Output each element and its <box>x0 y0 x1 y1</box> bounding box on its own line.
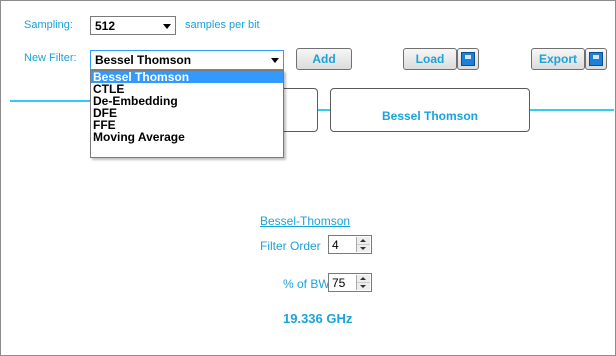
sampling-value: 512 <box>95 19 116 33</box>
new-filter-dropdown-list[interactable]: Bessel Thomson CTLE De-Embedding DFE FFE… <box>90 70 284 158</box>
new-filter-value: Bessel Thomson <box>95 53 192 67</box>
load-icon-button[interactable] <box>457 48 479 70</box>
chevron-down-icon <box>163 24 171 29</box>
add-button[interactable]: Add <box>296 48 352 70</box>
dropdown-option-de-embedding[interactable]: De-Embedding <box>91 95 283 107</box>
new-filter-label: New Filter: <box>24 52 77 64</box>
export-icon-button[interactable] <box>585 48 607 70</box>
sampling-label: Sampling: <box>24 19 73 31</box>
open-folder-icon <box>461 52 475 66</box>
load-button[interactable]: Load <box>403 48 457 70</box>
export-button[interactable]: Export <box>531 48 585 70</box>
bw-value: 75 <box>332 276 346 290</box>
filter-order-label: Filter Order <box>260 239 321 253</box>
sampling-suffix: samples per bit <box>185 19 260 31</box>
signal-line-mid <box>318 109 330 111</box>
new-filter-select[interactable]: Bessel Thomson <box>90 50 284 70</box>
sampling-select[interactable]: 512 <box>90 16 176 35</box>
filter-order-value: 4 <box>332 238 339 252</box>
dropdown-option-dfe[interactable]: DFE <box>91 107 283 119</box>
save-disk-icon <box>589 52 603 66</box>
dropdown-option-moving-average[interactable]: Moving Average <box>91 131 283 143</box>
bw-stepper[interactable]: 75 <box>328 273 372 292</box>
previous-filter-block[interactable] <box>282 88 318 132</box>
filter-order-stepper[interactable]: 4 <box>328 235 372 254</box>
spinner-arrows-icon[interactable] <box>356 237 370 252</box>
signal-line-right <box>530 109 614 111</box>
chevron-down-icon <box>271 58 279 63</box>
spinner-arrows-icon[interactable] <box>356 275 370 290</box>
frequency-readout: 19.336 GHz <box>283 311 353 326</box>
filter-block-bessel-thomson[interactable]: Bessel Thomson <box>330 88 530 132</box>
filter-block-label: Bessel Thomson <box>381 109 479 123</box>
filter-title-link[interactable]: Bessel-Thomson <box>260 214 350 228</box>
bw-label: % of BW <box>283 277 330 291</box>
signal-line-left <box>10 100 94 102</box>
